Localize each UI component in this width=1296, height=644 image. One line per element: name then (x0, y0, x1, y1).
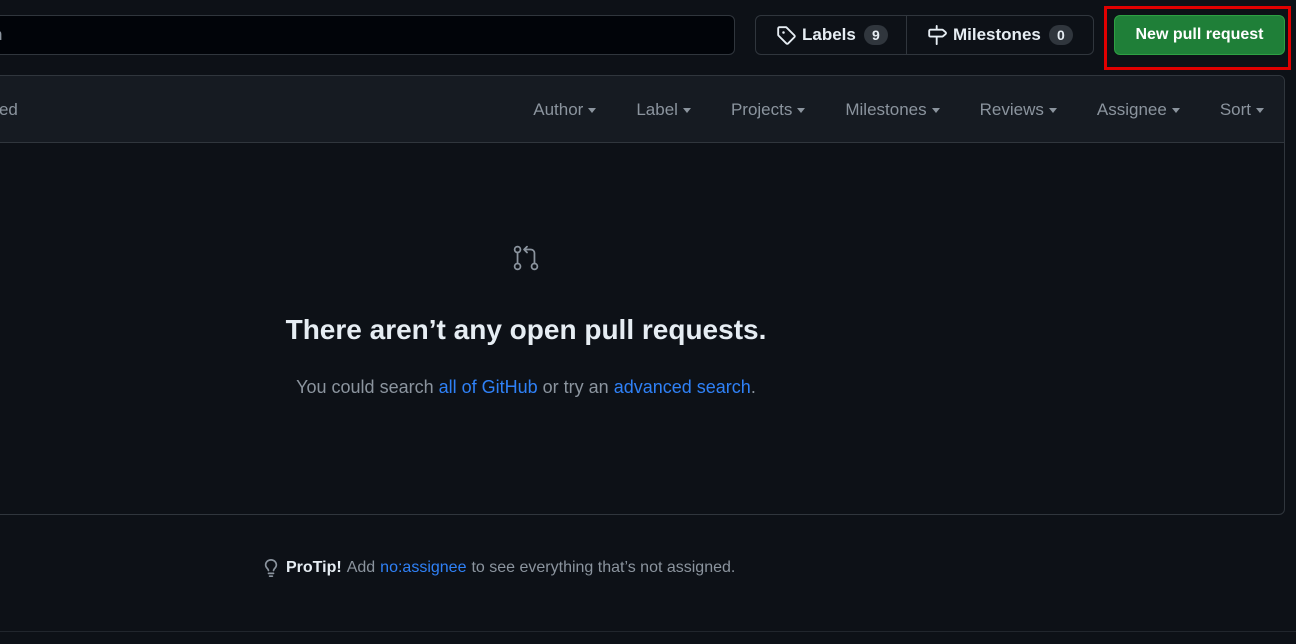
search-input[interactable]: n (0, 15, 735, 55)
filter-bar: Author Label Projects Milestones Reviews (493, 76, 1264, 143)
caret-down-icon (1256, 108, 1264, 113)
label-filter-label: Label (636, 99, 678, 119)
author-filter-label: Author (533, 99, 584, 119)
sort-filter[interactable]: Sort (1220, 100, 1264, 120)
advanced-search-link[interactable]: advanced search (614, 377, 751, 397)
protip-text-before: Add (346, 559, 376, 576)
caret-down-icon (797, 108, 806, 113)
new-pull-request-button[interactable]: New pull request (1114, 15, 1285, 55)
closed-tab[interactable]: osed (0, 76, 18, 143)
blankslate-text-mid: or try an (542, 377, 609, 397)
labels-milestones-group: Labels 9 Milestones 0 (755, 15, 1094, 55)
blankslate-title: There aren’t any open pull requests. (285, 314, 767, 345)
reviews-filter-label: Reviews (979, 99, 1044, 119)
footer-divider (0, 631, 1296, 632)
blankslate-text: You could search all of GitHub or try an… (0, 377, 1071, 398)
caret-down-icon (682, 108, 691, 113)
assignee-filter-label: Assignee (1096, 99, 1167, 119)
caret-down-icon (588, 108, 597, 113)
search-input-value: n (0, 16, 2, 54)
light-bulb-icon (264, 559, 278, 577)
pull-requests-page: n Labels 9 Milestones 0 New pull request… (0, 0, 1296, 644)
projects-filter[interactable]: Projects (730, 99, 806, 120)
milestones-count: 0 (1048, 25, 1073, 45)
protip-label: ProTip! (286, 559, 342, 576)
labels-label: Labels (802, 25, 856, 44)
milestone-icon (928, 25, 947, 45)
caret-down-icon (931, 108, 940, 113)
labels-button[interactable]: Labels 9 (756, 16, 907, 54)
projects-filter-label: Projects (730, 99, 793, 119)
protip-text-after: to see everything that’s not assigned. (471, 559, 736, 576)
tag-icon (777, 26, 796, 45)
milestones-filter[interactable]: Milestones (845, 99, 940, 120)
milestones-label: Milestones (953, 25, 1041, 44)
labels-count: 9 (863, 25, 888, 45)
no-assignee-link[interactable]: no:assignee (380, 559, 466, 577)
author-filter[interactable]: Author (533, 99, 597, 120)
assignee-filter[interactable]: Assignee (1097, 100, 1180, 120)
blankslate-text-before: You could search (296, 377, 434, 397)
reviews-filter[interactable]: Reviews (980, 100, 1057, 120)
caret-down-icon (1048, 108, 1057, 113)
sort-filter-label: Sort (1219, 99, 1251, 119)
blankslate-text-end: . (750, 377, 756, 397)
milestones-button[interactable]: Milestones 0 (907, 16, 1093, 54)
list-header: osed Author Label Projects Milestones (0, 76, 1284, 143)
milestones-filter-label: Milestones (845, 99, 927, 119)
protip: ProTip! Add no:assignee to see everythin… (262, 556, 735, 580)
git-pull-request-icon (513, 245, 539, 271)
all-of-github-link[interactable]: all of GitHub (439, 377, 538, 397)
caret-down-icon (1171, 108, 1180, 113)
pull-request-list-box: osed Author Label Projects Milestones (0, 75, 1285, 515)
label-filter[interactable]: Label (636, 100, 691, 120)
